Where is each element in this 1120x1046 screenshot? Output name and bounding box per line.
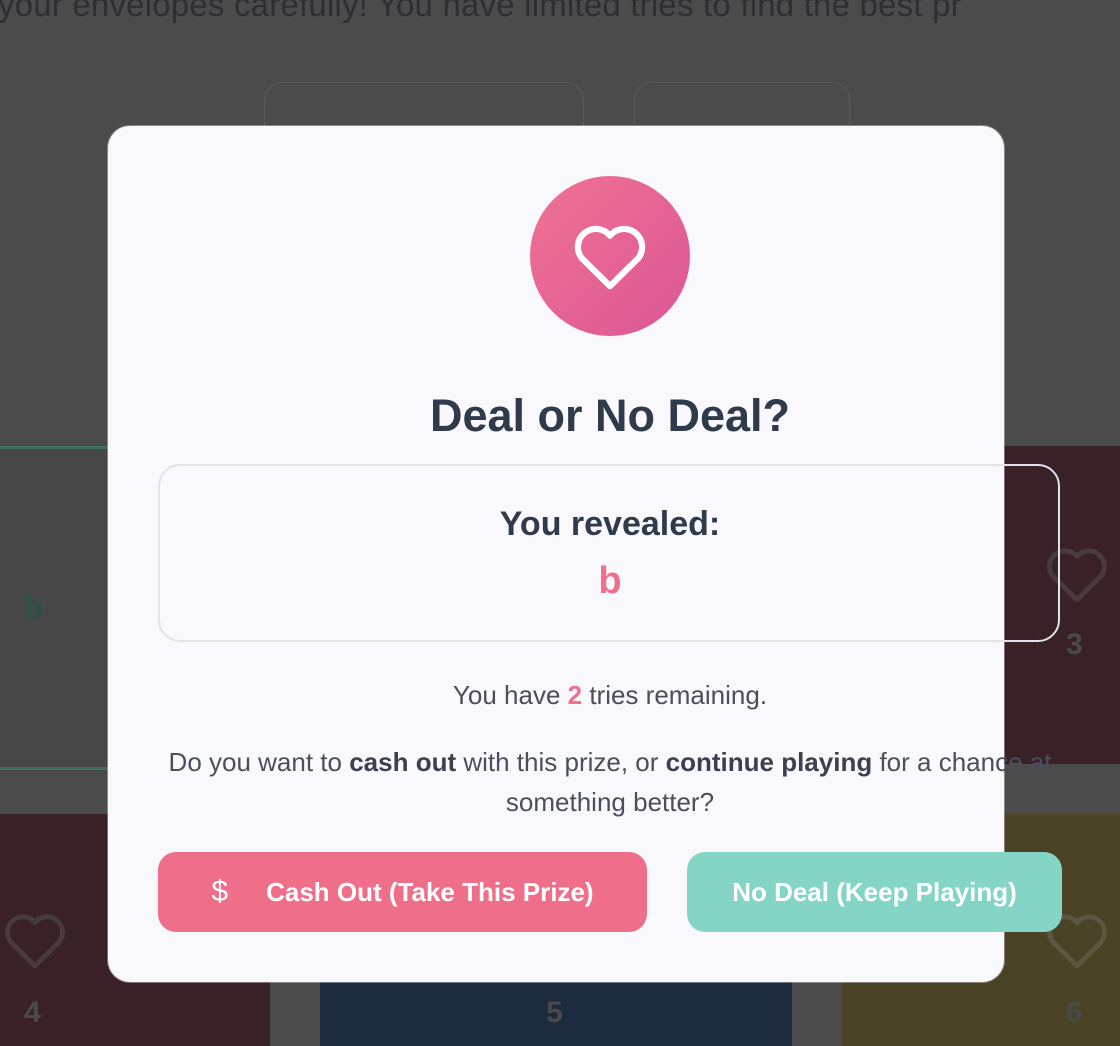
cash-out-button[interactable]: $ Cash Out (Take This Prize) <box>158 852 647 932</box>
tries-remaining: You have 2 tries remaining. <box>452 680 768 710</box>
reveal-value: b <box>598 560 622 602</box>
envelope-letter: b <box>24 589 44 625</box>
envelope-card-5[interactable]: 5 <box>320 980 792 1046</box>
reveal-panel <box>158 464 1060 642</box>
instructions-text: your envelopes carefully! You have limit… <box>0 0 962 23</box>
heart-icon <box>5 914 65 969</box>
reveal-label: You revealed: <box>499 505 721 543</box>
modal-title: Deal or No Deal? <box>429 390 791 441</box>
envelope-number: 4 <box>24 996 41 1029</box>
envelope-number: 5 <box>546 996 563 1029</box>
envelope-number: 3 <box>1066 628 1083 661</box>
dollar-icon: $ <box>211 875 229 908</box>
cash-out-label: Cash Out (Take This Prize) <box>266 876 594 907</box>
heart-badge <box>530 176 690 336</box>
no-deal-label: No Deal (Keep Playing) <box>732 876 1017 907</box>
tries-count: 2 <box>567 680 583 710</box>
deal-question: Do you want to cash out with this prize,… <box>168 747 1052 817</box>
envelope-number: 6 <box>1066 996 1083 1029</box>
heart-icon <box>574 225 646 290</box>
no-deal-button[interactable]: No Deal (Keep Playing) <box>687 852 1062 932</box>
